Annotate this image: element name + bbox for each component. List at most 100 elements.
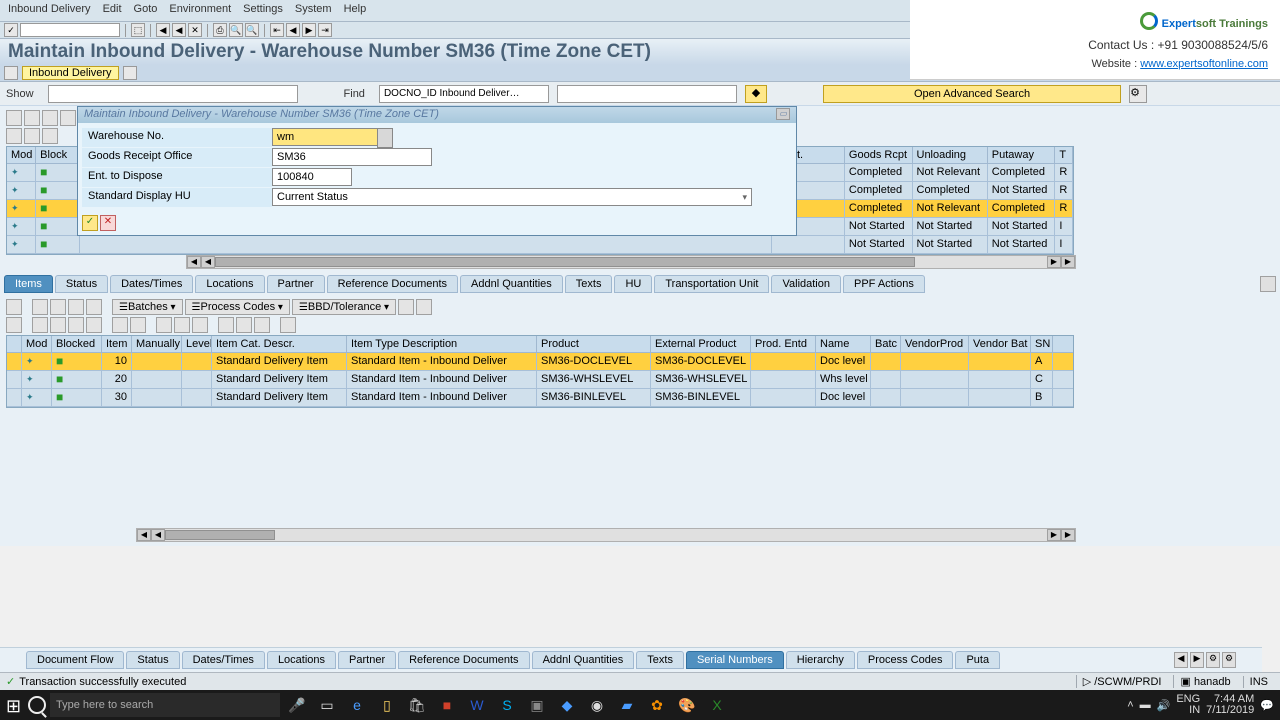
mid-tab[interactable]: Texts [565,275,613,293]
grid-btn1[interactable] [6,110,22,126]
lt2-btn7[interactable] [130,317,146,333]
col-goods-rcpt[interactable]: Goods Rcpt [845,147,913,163]
find-value-field[interactable] [557,85,737,103]
chrome-icon[interactable]: ◉ [584,692,610,718]
mid-tab[interactable]: Status [55,275,108,293]
mic-icon[interactable]: 🎤 [284,692,310,718]
bottom-tab[interactable]: Hierarchy [786,651,855,669]
tray-network-icon[interactable]: ▬ [1140,699,1151,711]
lt2-btn1[interactable] [6,317,22,333]
start-button[interactable]: ⊞ [6,696,24,714]
cancel-top-icon[interactable]: ✕ [188,23,202,37]
bottom-tab[interactable]: Locations [267,651,336,669]
lcol-prodentd[interactable]: Prod. Entd [751,336,816,352]
lower-hscroll[interactable]: ◀◀ ▶▶ [136,528,1076,542]
tray-clock[interactable]: 7:44 AM7/11/2019 [1206,694,1254,716]
lower-table-row[interactable]: ✦■10Standard Delivery ItemStandard Item … [7,353,1073,371]
mid-tab[interactable]: Validation [771,275,841,293]
col-unloading[interactable]: Unloading [913,147,988,163]
grid-btn4[interactable] [60,110,76,126]
search-go-button[interactable]: ◆ [745,85,767,103]
bottom-tabs-nav-1[interactable]: ▶ [1190,652,1204,668]
gotomeeting-icon[interactable]: ✿ [644,692,670,718]
lt-btn6[interactable] [398,299,414,315]
mid-tab[interactable]: Addnl Quantities [460,275,563,293]
popup-ok-button[interactable]: ✓ [82,215,98,231]
lcol-itemcat[interactable]: Item Cat. Descr. [212,336,347,352]
grid-btn7[interactable] [42,128,58,144]
bottom-tab[interactable]: Partner [338,651,396,669]
taskview-icon[interactable]: ▭ [314,692,340,718]
excel-icon[interactable]: X [704,692,730,718]
bottom-tabs-nav-0[interactable]: ◀ [1174,652,1188,668]
lt-btn4[interactable] [68,299,84,315]
bbd-button[interactable]: ☰BBD/Tolerance ▾ [292,299,396,315]
bottom-tab[interactable]: Addnl Quantities [532,651,635,669]
lcol-item[interactable]: Item [102,336,132,352]
mid-tab[interactable]: PPF Actions [843,275,925,293]
lt2-btn6[interactable] [112,317,128,333]
bottom-tab[interactable]: Texts [636,651,684,669]
mid-tabs-options-icon[interactable] [1260,276,1276,292]
warehouse-input[interactable]: wm [272,128,392,146]
lt-btn7[interactable] [416,299,432,315]
tray-speaker-icon[interactable]: 🔊 [1157,699,1171,712]
edge-icon[interactable]: e [344,692,370,718]
popup-cancel-button[interactable]: ✕ [100,215,116,231]
lt2-btn9[interactable] [174,317,190,333]
tcode-field[interactable] [20,23,120,37]
lt2-btn13[interactable] [254,317,270,333]
lt-btn5[interactable] [86,299,102,315]
menu-help[interactable]: Help [344,3,367,18]
sdhu-dropdown[interactable]: Current Status [272,188,752,206]
lt2-btn10[interactable] [192,317,208,333]
mid-tab[interactable]: Items [4,275,53,293]
batches-button[interactable]: ☰Batches ▾ [112,299,183,315]
prevpage-icon[interactable]: ◀ [286,23,300,37]
lower-table-row[interactable]: ✦■30Standard Delivery ItemStandard Item … [7,389,1073,407]
explorer-icon[interactable]: ▯ [374,692,400,718]
col-putaway[interactable]: Putaway [988,147,1056,163]
tray-up-icon[interactable]: ˄ [1127,699,1133,711]
skype-icon[interactable]: S [494,692,520,718]
nextpage-icon[interactable]: ▶ [302,23,316,37]
menu-settings[interactable]: Settings [243,3,283,18]
bottom-tab[interactable]: Reference Documents [398,651,529,669]
paint-icon[interactable]: 🎨 [674,692,700,718]
app2-icon[interactable]: ▣ [524,692,550,718]
print-icon[interactable]: ⎙ [213,23,227,37]
exit-icon[interactable]: ◀ [172,23,186,37]
cortana-icon[interactable] [28,696,46,714]
show-field[interactable] [48,85,298,103]
taskbar-search[interactable]: Type here to search [50,693,280,717]
advanced-search-button[interactable]: Open Advanced Search [823,85,1121,103]
tray-notifications-icon[interactable]: 💬 [1260,699,1274,712]
save-icon[interactable]: ⬚ [131,23,145,37]
mid-tab[interactable]: Reference Documents [327,275,458,293]
lcol-level[interactable]: Level [182,336,212,352]
popup-close-icon[interactable]: ▭ [776,108,790,120]
menu-goto[interactable]: Goto [134,3,158,18]
mid-tab[interactable]: Partner [267,275,325,293]
lcol-name[interactable]: Name [816,336,871,352]
menu-system[interactable]: System [295,3,332,18]
bottom-tab[interactable]: Status [126,651,179,669]
lastpage-icon[interactable]: ⇥ [318,23,332,37]
bottom-tab[interactable]: Puta [955,651,1000,669]
lt2-btn11[interactable] [218,317,234,333]
sap-icon[interactable]: ▰ [614,692,640,718]
etd-input[interactable]: 100840 [272,168,352,186]
mid-tab[interactable]: Dates/Times [110,275,193,293]
upper-hscroll[interactable]: ◀◀ ▶▶ [186,255,1076,269]
lower-table-row[interactable]: ✦■20Standard Delivery ItemStandard Item … [7,371,1073,389]
grid-btn5[interactable] [6,128,22,144]
bottom-tab[interactable]: Document Flow [26,651,124,669]
lcol-vendorprod[interactable]: VendorProd [901,336,969,352]
bottom-tab[interactable]: Process Codes [857,651,954,669]
lt2-btn12[interactable] [236,317,252,333]
lt-btn1[interactable] [6,299,22,315]
bottom-tabs-nav-3[interactable]: ⚙ [1222,652,1236,668]
ok-icon[interactable]: ✓ [4,23,18,37]
lcol-vendorbatch[interactable]: Vendor Bat [969,336,1031,352]
store-icon[interactable]: 🛍 [404,692,430,718]
